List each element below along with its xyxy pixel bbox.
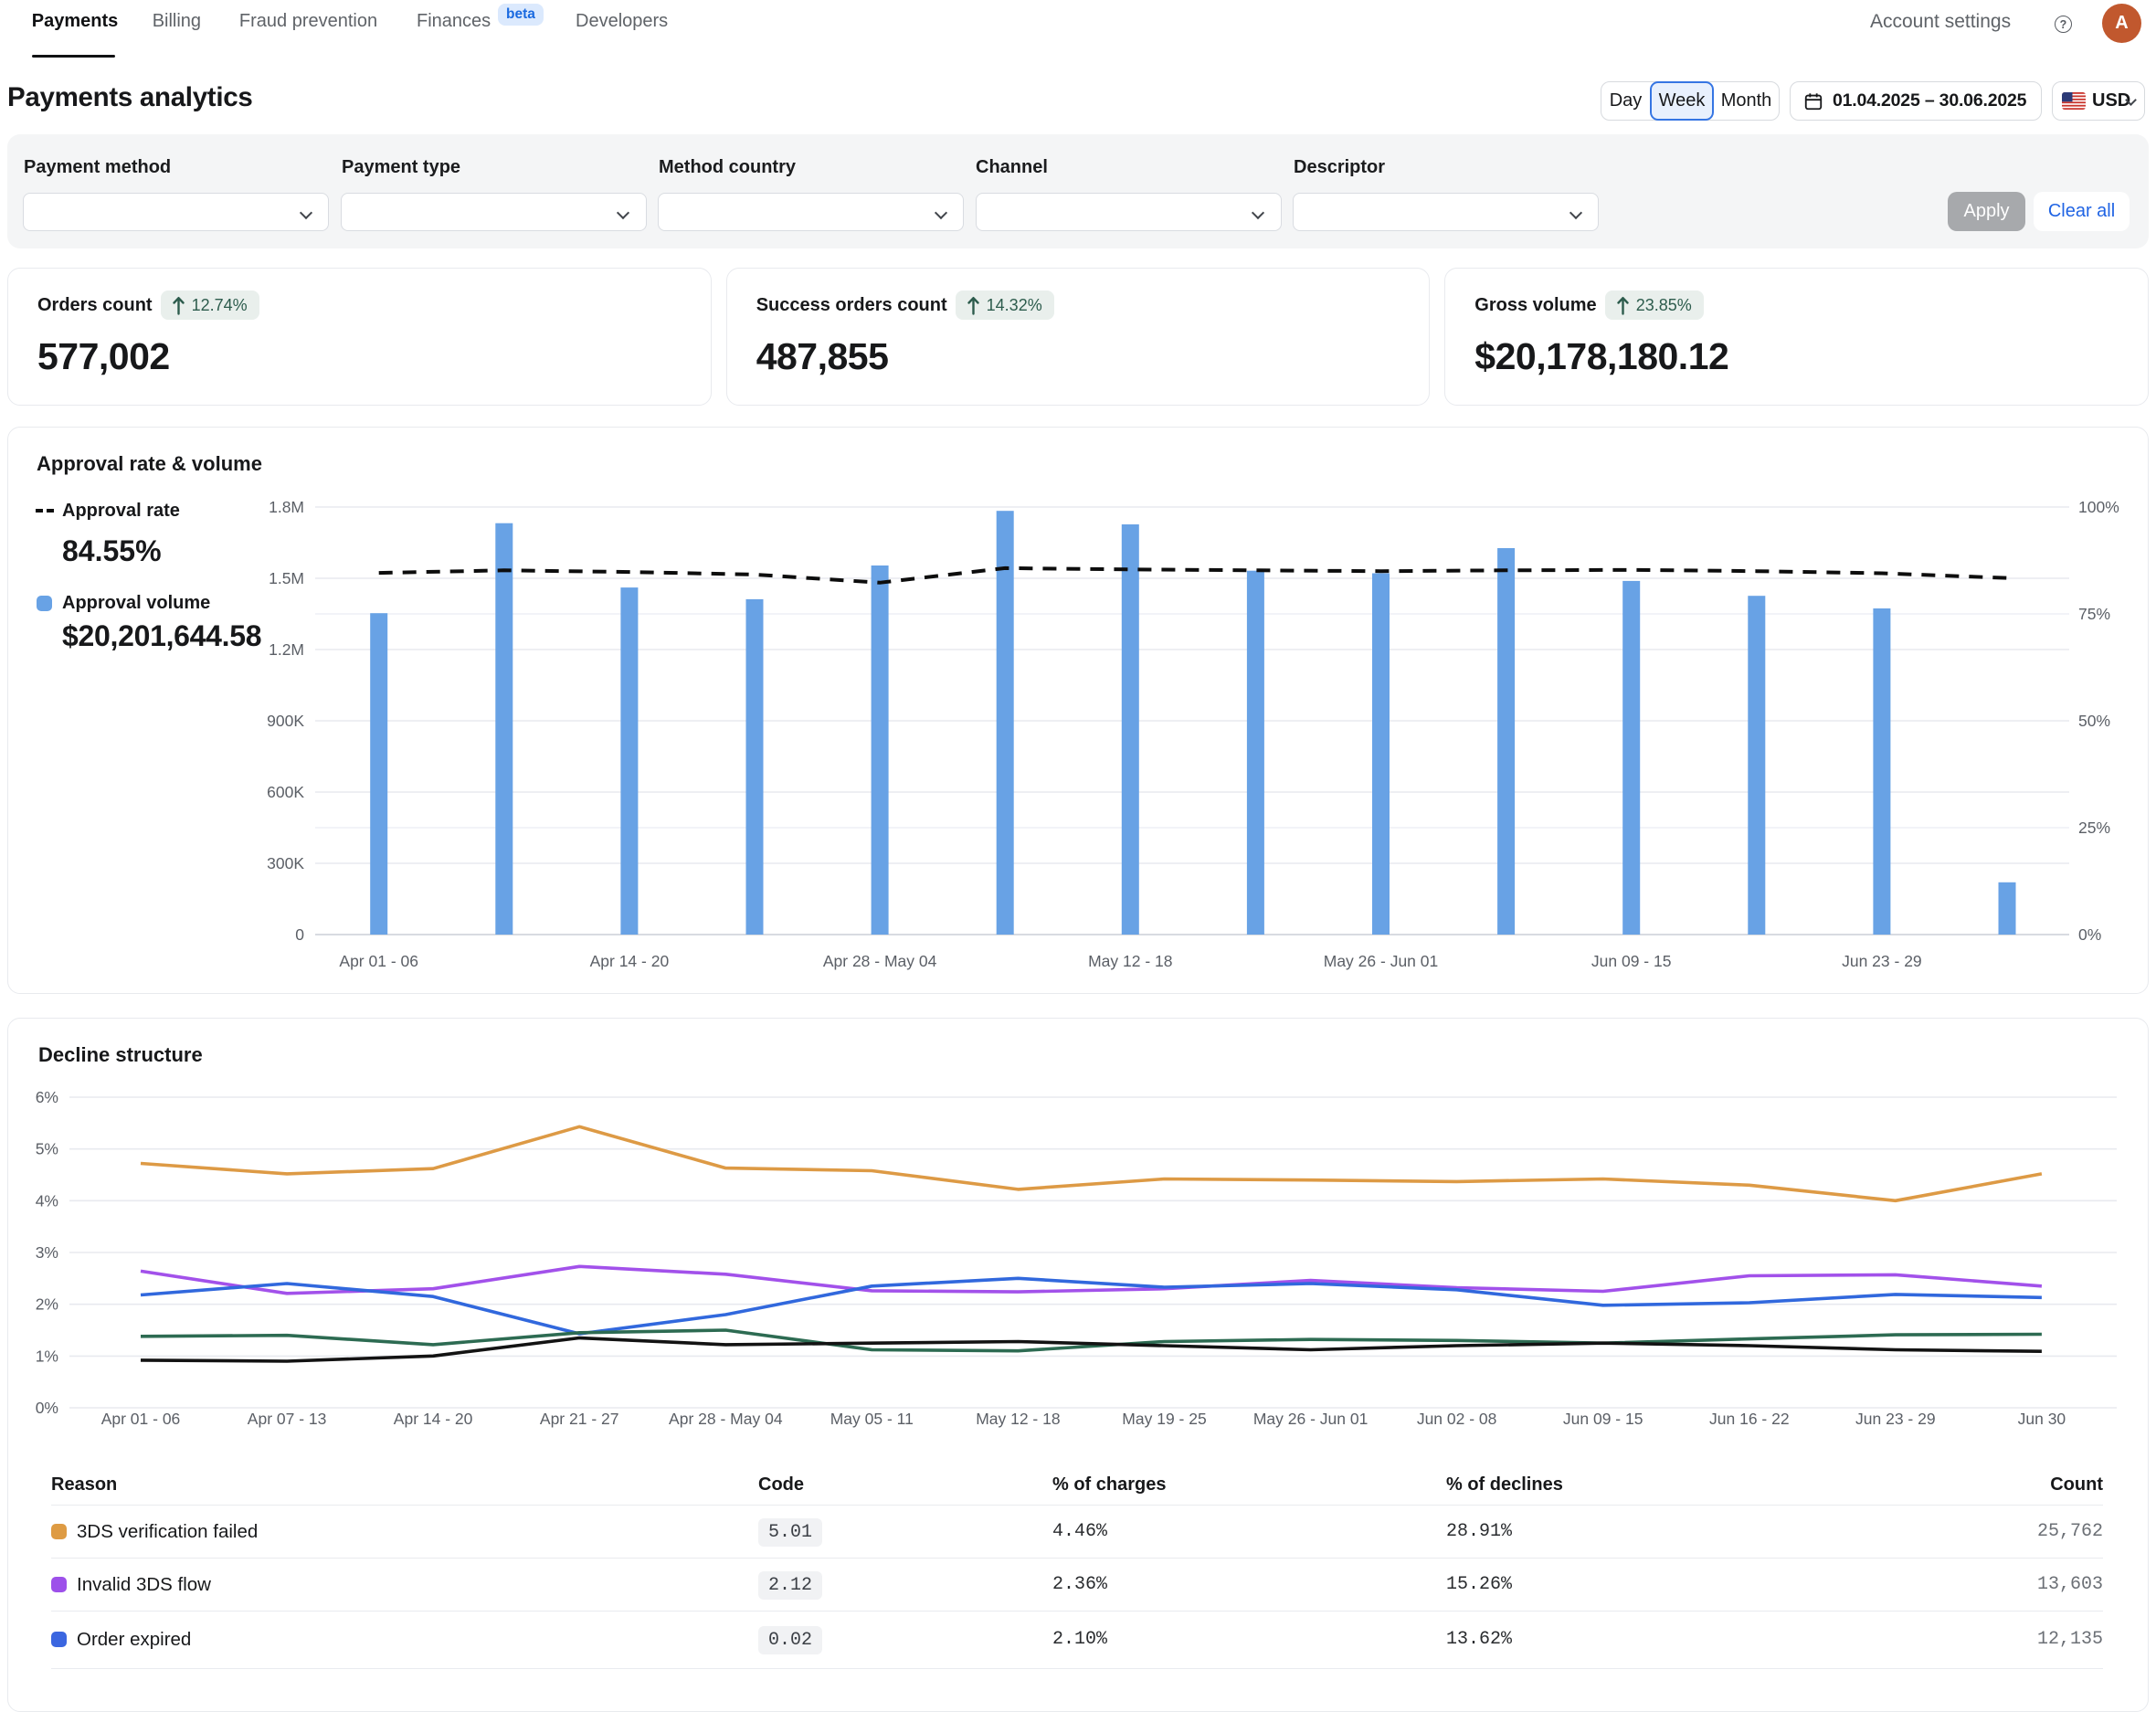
svg-text:600K: 600K [267,783,304,801]
svg-text:Apr 21 - 27: Apr 21 - 27 [540,1410,619,1428]
svg-text:Jun 09 - 15: Jun 09 - 15 [1591,952,1672,970]
svg-text:Jun 23 - 29: Jun 23 - 29 [1842,952,1922,970]
svg-text:1.5M: 1.5M [269,569,304,587]
svg-text:Apr 01 - 06: Apr 01 - 06 [339,952,418,970]
svg-text:100%: 100% [2078,498,2119,516]
svg-text:Apr 01 - 06: Apr 01 - 06 [101,1410,181,1428]
svg-text:May 26 - Jun 01: May 26 - Jun 01 [1324,952,1438,970]
svg-text:Jun 30: Jun 30 [2018,1410,2066,1428]
svg-text:50%: 50% [2078,712,2110,730]
svg-text:1%: 1% [36,1347,58,1365]
svg-text:May 12 - 18: May 12 - 18 [1088,952,1172,970]
svg-text:3%: 3% [36,1243,58,1262]
svg-text:May 12 - 18: May 12 - 18 [976,1410,1060,1428]
svg-text:0%: 0% [36,1399,58,1417]
svg-text:May 26 - Jun 01: May 26 - Jun 01 [1253,1410,1368,1428]
svg-text:75%: 75% [2078,605,2110,623]
svg-text:Jun 09 - 15: Jun 09 - 15 [1563,1410,1643,1428]
svg-text:5%: 5% [36,1140,58,1158]
svg-text:4%: 4% [36,1191,58,1210]
svg-text:Jun 02 - 08: Jun 02 - 08 [1417,1410,1497,1428]
svg-text:Apr 28 - May 04: Apr 28 - May 04 [669,1410,783,1428]
svg-text:300K: 300K [267,854,304,872]
svg-text:2%: 2% [36,1295,58,1314]
svg-text:May 19 - 25: May 19 - 25 [1122,1410,1206,1428]
svg-text:Apr 07 - 13: Apr 07 - 13 [248,1410,327,1428]
svg-text:6%: 6% [36,1088,58,1106]
svg-text:Jun 16 - 22: Jun 16 - 22 [1709,1410,1790,1428]
svg-text:Jun 23 - 29: Jun 23 - 29 [1855,1410,1936,1428]
svg-text:Apr 14 - 20: Apr 14 - 20 [394,1410,473,1428]
svg-text:0: 0 [295,925,304,944]
svg-text:Apr 14 - 20: Apr 14 - 20 [590,952,670,970]
svg-text:900K: 900K [267,712,304,730]
svg-text:1.2M: 1.2M [269,640,304,659]
svg-text:25%: 25% [2078,819,2110,837]
svg-text:Apr 28 - May 04: Apr 28 - May 04 [823,952,937,970]
svg-text:1.8M: 1.8M [269,498,304,516]
svg-text:May 05 - 11: May 05 - 11 [830,1410,914,1428]
svg-text:0%: 0% [2078,925,2101,944]
